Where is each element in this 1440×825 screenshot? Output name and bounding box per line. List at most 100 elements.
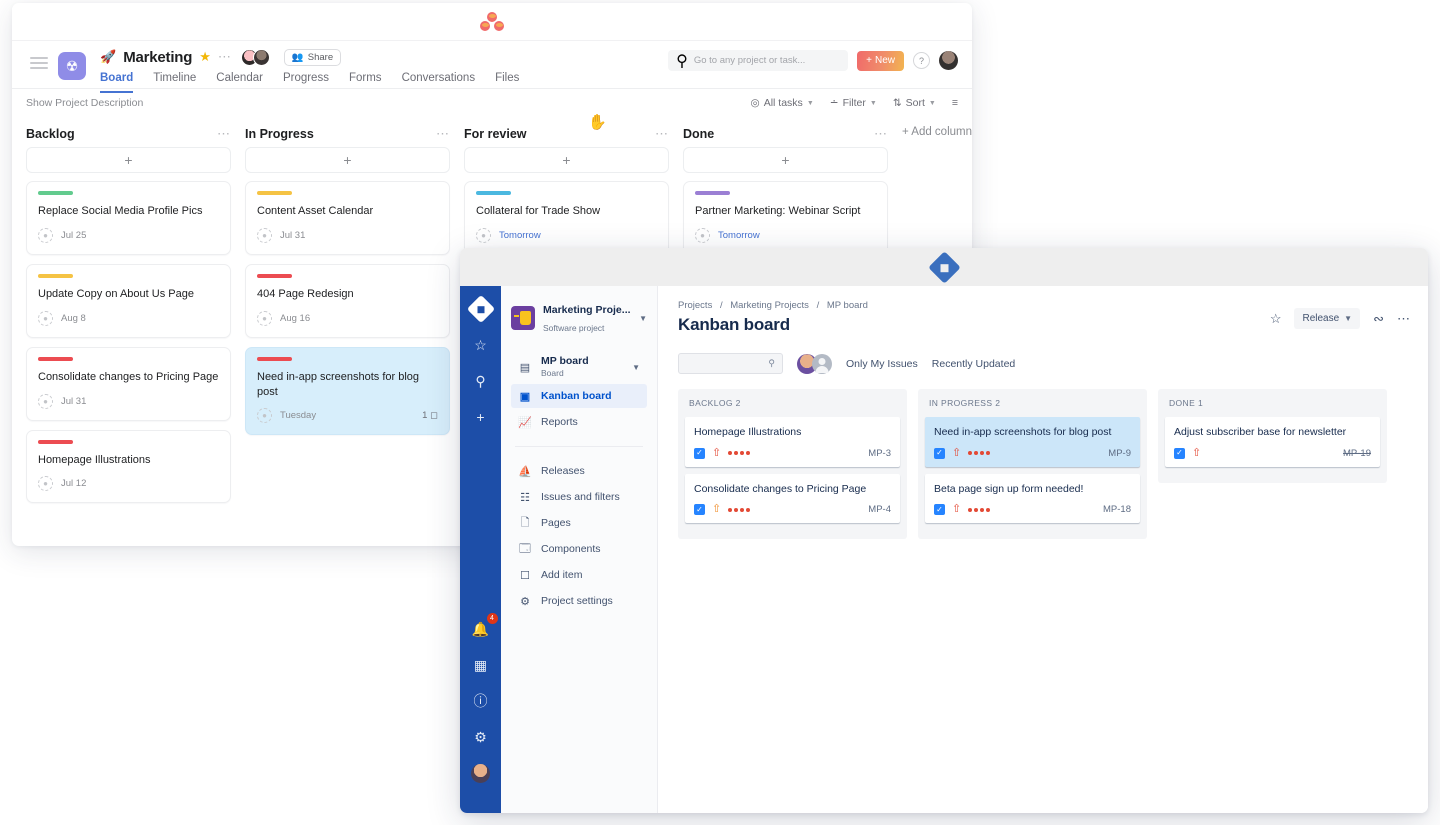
share-icon[interactable]: ∾ bbox=[1373, 311, 1384, 327]
sidebar-item-kanban-board[interactable]: ▣ Kanban board bbox=[511, 384, 647, 408]
assignee-avatar-icon[interactable]: ● bbox=[257, 408, 272, 423]
breadcrumb-projects[interactable]: Projects bbox=[678, 300, 712, 311]
issue-card[interactable]: Beta page sign up form needed! ✓ ⇧ MP-18 bbox=[925, 474, 1140, 524]
issue-card[interactable]: Adjust subscriber base for newsletter ✓ … bbox=[1165, 417, 1380, 467]
task-card[interactable]: Partner Marketing: Webinar Script ● Tomo… bbox=[683, 181, 888, 255]
sidebar-item-label: Components bbox=[541, 543, 601, 555]
sort-label: Sort bbox=[906, 97, 925, 109]
share-button[interactable]: 👥 Share bbox=[284, 49, 341, 66]
issue-key[interactable]: MP-9 bbox=[1108, 448, 1131, 459]
assignee-avatar-icon[interactable]: ● bbox=[257, 228, 272, 243]
issue-title: Consolidate changes to Pricing Page bbox=[694, 483, 891, 497]
sidebar-item-label: Reports bbox=[541, 416, 578, 428]
issue-key[interactable]: MP-4 bbox=[868, 504, 891, 515]
sidebar-item-components[interactable]: 🗔 Components bbox=[511, 537, 647, 561]
view-settings-icon[interactable]: ≡ bbox=[952, 97, 958, 109]
assignee-avatar-icon[interactable]: ● bbox=[38, 228, 53, 243]
assignee-avatar-icon[interactable]: ● bbox=[257, 311, 272, 326]
chevron-down-icon: ▼ bbox=[870, 100, 877, 107]
breadcrumb-marketing-projects[interactable]: Marketing Projects bbox=[730, 300, 809, 311]
sidebar-item-issues-and-filters[interactable]: ☷ Issues and filters bbox=[511, 485, 647, 509]
avatar[interactable] bbox=[812, 354, 832, 374]
user-avatar[interactable] bbox=[469, 761, 493, 785]
more-options-icon[interactable]: ⋯ bbox=[874, 126, 888, 142]
task-card[interactable]: Update Copy on About Us Page ● Aug 8 bbox=[26, 264, 231, 338]
star-icon[interactable]: ☆ bbox=[469, 333, 493, 357]
all-tasks-filter[interactable]: ◎ All tasks ▼ bbox=[751, 97, 814, 109]
project-header[interactable]: Marketing Proje... Software project ▼ bbox=[511, 300, 647, 336]
issue-card[interactable]: Homepage Illustrations ✓ ⇧ MP-3 bbox=[685, 417, 900, 467]
new-button[interactable]: + New bbox=[857, 51, 904, 71]
user-avatar[interactable] bbox=[939, 51, 958, 70]
issue-card-selected[interactable]: Need in-app screenshots for blog post ✓ … bbox=[925, 417, 1140, 467]
sidebar-divider bbox=[515, 446, 643, 447]
task-card[interactable]: Replace Social Media Profile Pics ● Jul … bbox=[26, 181, 231, 255]
task-card[interactable]: Content Asset Calendar ● Jul 31 bbox=[245, 181, 450, 255]
assignee-avatar-icon[interactable]: ● bbox=[476, 228, 491, 243]
issue-key[interactable]: MP-3 bbox=[868, 448, 891, 459]
task-card[interactable]: Homepage Illustrations ● Jul 12 bbox=[26, 430, 231, 504]
card-title: Update Copy on About Us Page bbox=[38, 287, 219, 302]
add-task-button[interactable]: + bbox=[464, 147, 669, 173]
issue-footer: ✓ ⇧ MP-19 bbox=[1174, 448, 1371, 459]
issue-key[interactable]: MP-18 bbox=[1103, 504, 1131, 515]
task-card-selected[interactable]: Need in-app screenshots for blog post ● … bbox=[245, 347, 450, 436]
assignee-avatar-icon[interactable]: ● bbox=[38, 476, 53, 491]
breadcrumb-mp-board[interactable]: MP board bbox=[827, 300, 868, 311]
sidebar-item-pages[interactable]: 🗋 Pages bbox=[511, 511, 647, 535]
more-options-icon[interactable]: ⋯ bbox=[655, 126, 669, 142]
assignee-avatar-icon[interactable]: ● bbox=[38, 311, 53, 326]
card-footer: ● Tomorrow bbox=[695, 228, 876, 243]
sort-button[interactable]: ⇅ Sort ▼ bbox=[893, 97, 936, 109]
sidebar-item-releases[interactable]: ⛵ Releases bbox=[511, 459, 647, 483]
issue-footer: ✓ ⇧ MP-3 bbox=[694, 448, 891, 459]
task-card[interactable]: Consolidate changes to Pricing Page ● Ju… bbox=[26, 347, 231, 421]
avatar-group bbox=[241, 49, 270, 66]
release-button[interactable]: Release ▼ bbox=[1294, 308, 1360, 329]
search-input[interactable]: ⚲ Go to any project or task... bbox=[668, 50, 848, 71]
show-project-description-button[interactable]: Show Project Description bbox=[26, 97, 143, 109]
chevron-down-icon[interactable]: ▼ bbox=[639, 314, 647, 323]
task-card[interactable]: Collateral for Trade Show ● Tomorrow bbox=[464, 181, 669, 255]
more-options-icon[interactable]: ⋯ bbox=[436, 126, 450, 142]
more-options-icon[interactable]: ⋯ bbox=[1397, 311, 1410, 327]
notifications-bell-icon[interactable]: 🔔 4 bbox=[469, 617, 493, 641]
sidebar-item-label: Project settings bbox=[541, 595, 613, 607]
sidebar-item-mp-board[interactable]: ▤ MP board Board ▼ bbox=[511, 352, 647, 382]
filter-button[interactable]: ∸ Filter ▼ bbox=[830, 97, 877, 109]
column-title: Backlog bbox=[26, 127, 75, 141]
only-my-issues-filter[interactable]: Only My Issues bbox=[846, 358, 918, 370]
plus-icon[interactable]: + bbox=[469, 405, 493, 429]
search-input[interactable]: ⚲ bbox=[678, 353, 783, 374]
asana-header: ☢ 🚀 Marketing ★ ⋯ 👥 Share bbox=[12, 41, 972, 89]
star-icon[interactable]: ★ bbox=[199, 49, 211, 65]
sidebar-item-project-settings[interactable]: ⚙ Project settings bbox=[511, 589, 647, 613]
assignee-avatar-icon[interactable]: ● bbox=[695, 228, 710, 243]
more-options-icon[interactable]: ⋯ bbox=[217, 126, 231, 142]
search-icon[interactable]: ⚲ bbox=[469, 369, 493, 393]
help-icon[interactable]: ⓘ bbox=[469, 689, 493, 713]
card-footer: ● Jul 31 bbox=[257, 228, 438, 243]
jira-logo-icon[interactable] bbox=[469, 297, 493, 321]
due-date: Jul 12 bbox=[61, 478, 86, 489]
task-card[interactable]: 404 Page Redesign ● Aug 16 bbox=[245, 264, 450, 338]
sidebar-item-reports[interactable]: 📈 Reports bbox=[511, 410, 647, 434]
issue-footer: ✓ ⇧ MP-9 bbox=[934, 448, 1131, 459]
chevron-down-icon[interactable]: ▼ bbox=[632, 363, 640, 372]
app-switcher-icon[interactable]: ▦ bbox=[469, 653, 493, 677]
help-icon[interactable]: ? bbox=[913, 52, 930, 69]
recently-updated-filter[interactable]: Recently Updated bbox=[932, 358, 1015, 370]
add-task-button[interactable]: + bbox=[26, 147, 231, 173]
more-options-icon[interactable]: ⋯ bbox=[218, 49, 232, 65]
hamburger-menu-icon[interactable] bbox=[30, 57, 48, 72]
avatar[interactable] bbox=[253, 49, 270, 66]
assignee-avatar-icon[interactable]: ● bbox=[38, 394, 53, 409]
add-task-button[interactable]: + bbox=[683, 147, 888, 173]
issue-key[interactable]: MP-19 bbox=[1343, 448, 1371, 459]
project-icon[interactable]: ☢ bbox=[58, 52, 86, 80]
sidebar-item-add-item[interactable]: ☐ Add item bbox=[511, 563, 647, 587]
settings-gear-icon[interactable]: ⚙ bbox=[469, 725, 493, 749]
add-task-button[interactable]: + bbox=[245, 147, 450, 173]
star-icon[interactable]: ☆ bbox=[1270, 311, 1282, 327]
issue-card[interactable]: Consolidate changes to Pricing Page ✓ ⇧ … bbox=[685, 474, 900, 524]
